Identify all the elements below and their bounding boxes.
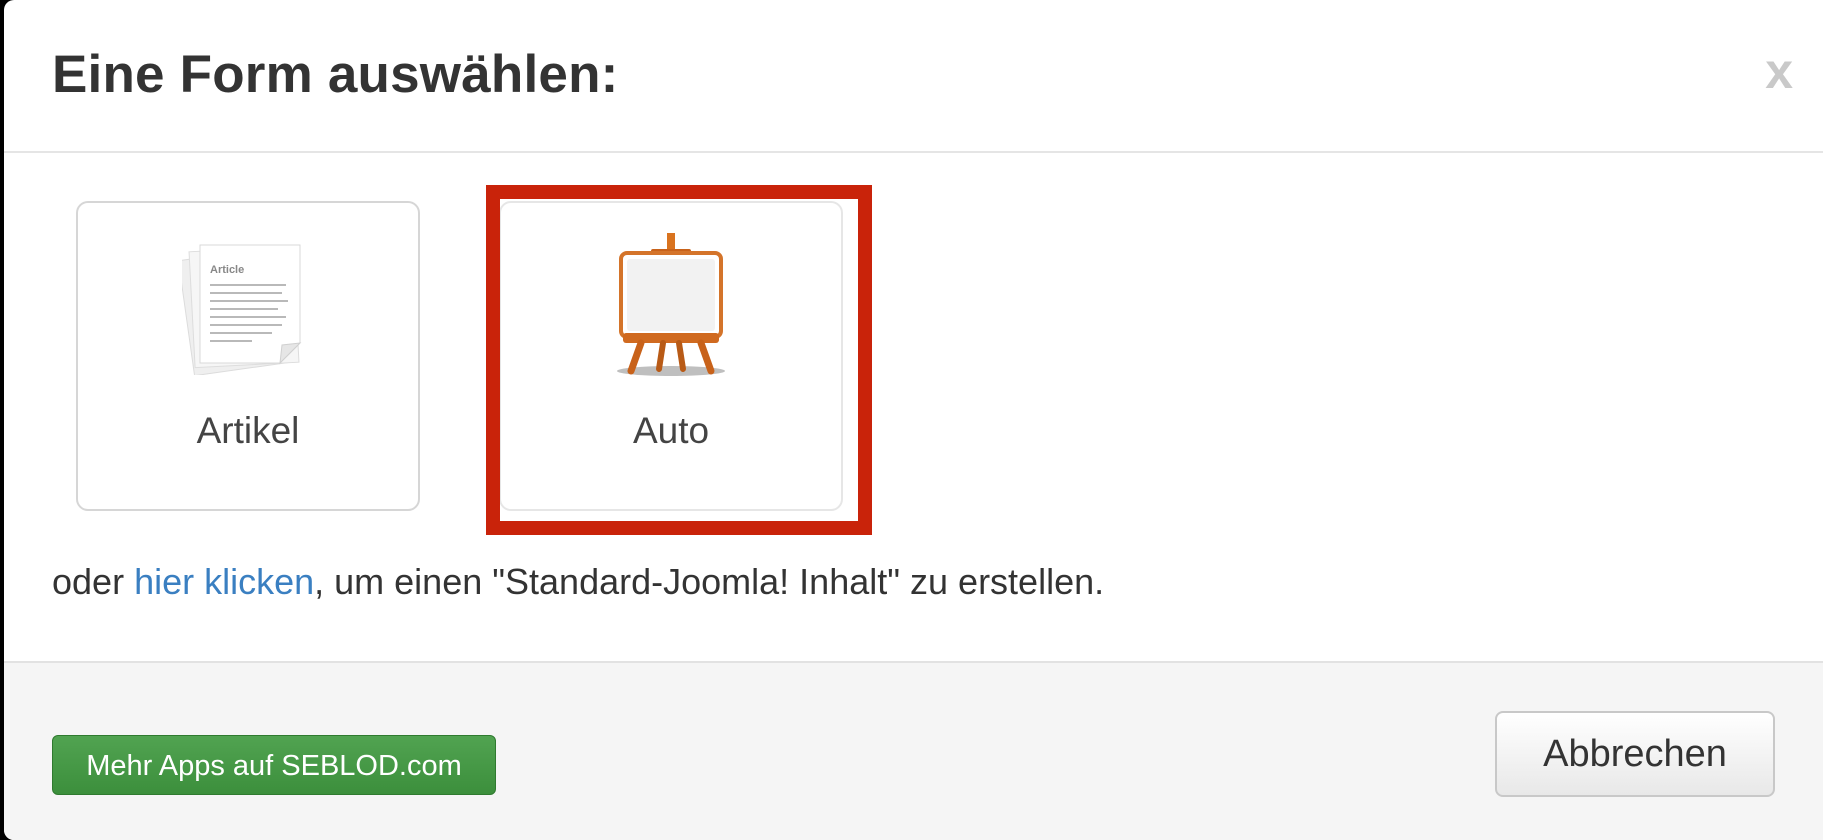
- form-option-artikel[interactable]: Article Artikel: [76, 201, 420, 511]
- form-option-label: Auto: [632, 410, 710, 451]
- standard-content-text: oder hier klicken, um einen "Standard-Jo…: [52, 561, 1104, 603]
- form-option-auto[interactable]: Auto: [499, 201, 843, 511]
- cancel-button[interactable]: Abbrechen: [1495, 711, 1775, 797]
- dialog-header: Eine Form auswählen: x: [4, 0, 1823, 153]
- select-form-dialog: Eine Form auswählen: x Article Artikel A…: [4, 0, 1823, 840]
- alt-text-suffix: , um einen "Standard-Joomla! Inhalt" zu …: [314, 561, 1105, 602]
- dialog-title: Eine Form auswählen:: [52, 45, 619, 104]
- article-document-icon: Article: [177, 239, 314, 380]
- svg-text:Article: Article: [210, 264, 244, 276]
- alt-text-prefix: oder: [52, 561, 135, 602]
- standard-content-link[interactable]: hier klicken: [134, 561, 314, 602]
- form-option-label: Artikel: [196, 410, 300, 451]
- more-apps-button[interactable]: Mehr Apps auf SEBLOD.com: [52, 735, 496, 795]
- dialog-footer: Mehr Apps auf SEBLOD.com Abbrechen: [4, 661, 1823, 840]
- close-button[interactable]: x: [1765, 46, 1793, 96]
- dialog-body: Article Artikel Auto oder hier klicken, …: [4, 153, 1823, 661]
- easel-icon: [611, 229, 731, 384]
